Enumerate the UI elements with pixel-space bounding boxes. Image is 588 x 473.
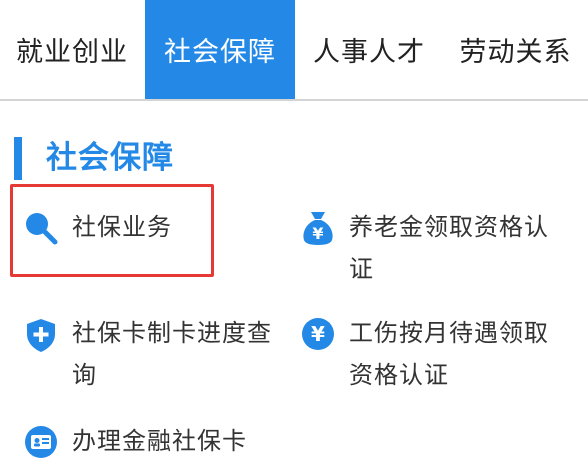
yen-circle-icon: ¥: [302, 318, 334, 350]
section-accent-bar: [14, 137, 22, 180]
tab-labor-relations[interactable]: 劳动关系: [443, 0, 588, 99]
service-item-label: 工伤按月待遇领取资格认证: [349, 319, 549, 389]
tab-employment[interactable]: 就业创业: [0, 0, 144, 99]
id-card-icon: [25, 426, 57, 458]
service-item-financial-social-card[interactable]: 办理金融社保卡: [24, 425, 294, 465]
money-bag-icon: ¥: [303, 212, 333, 245]
service-item-work-injury-qualification[interactable]: ¥ 工伤按月待遇领取资格认证: [301, 317, 571, 397]
page: 就业创业 社会保障 人事人才 劳动关系 社会保障 社保业务 ¥ 养老金领取资格认…: [0, 0, 588, 473]
service-item-label: 社保业务: [72, 213, 172, 241]
service-item-pension-qualification[interactable]: ¥ 养老金领取资格认证: [301, 211, 571, 291]
service-item-social-insurance-business[interactable]: 社保业务: [24, 211, 224, 251]
tab-social-security[interactable]: 社会保障: [145, 0, 295, 99]
service-item-card-progress-query[interactable]: 社保卡制卡进度查询: [24, 317, 294, 397]
tab-personnel-talent[interactable]: 人事人才: [296, 0, 442, 99]
svg-text:¥: ¥: [311, 322, 325, 346]
shield-plus-icon: [27, 319, 55, 352]
service-item-label: 社保卡制卡进度查询: [72, 319, 272, 389]
svg-text:¥: ¥: [312, 224, 323, 243]
service-item-label: 办理金融社保卡: [72, 427, 247, 455]
category-tabbar: 就业创业 社会保障 人事人才 劳动关系: [0, 0, 588, 101]
section-title: 社会保障: [46, 140, 174, 176]
search-icon: [26, 213, 58, 245]
service-item-label: 养老金领取资格认证: [349, 213, 549, 283]
